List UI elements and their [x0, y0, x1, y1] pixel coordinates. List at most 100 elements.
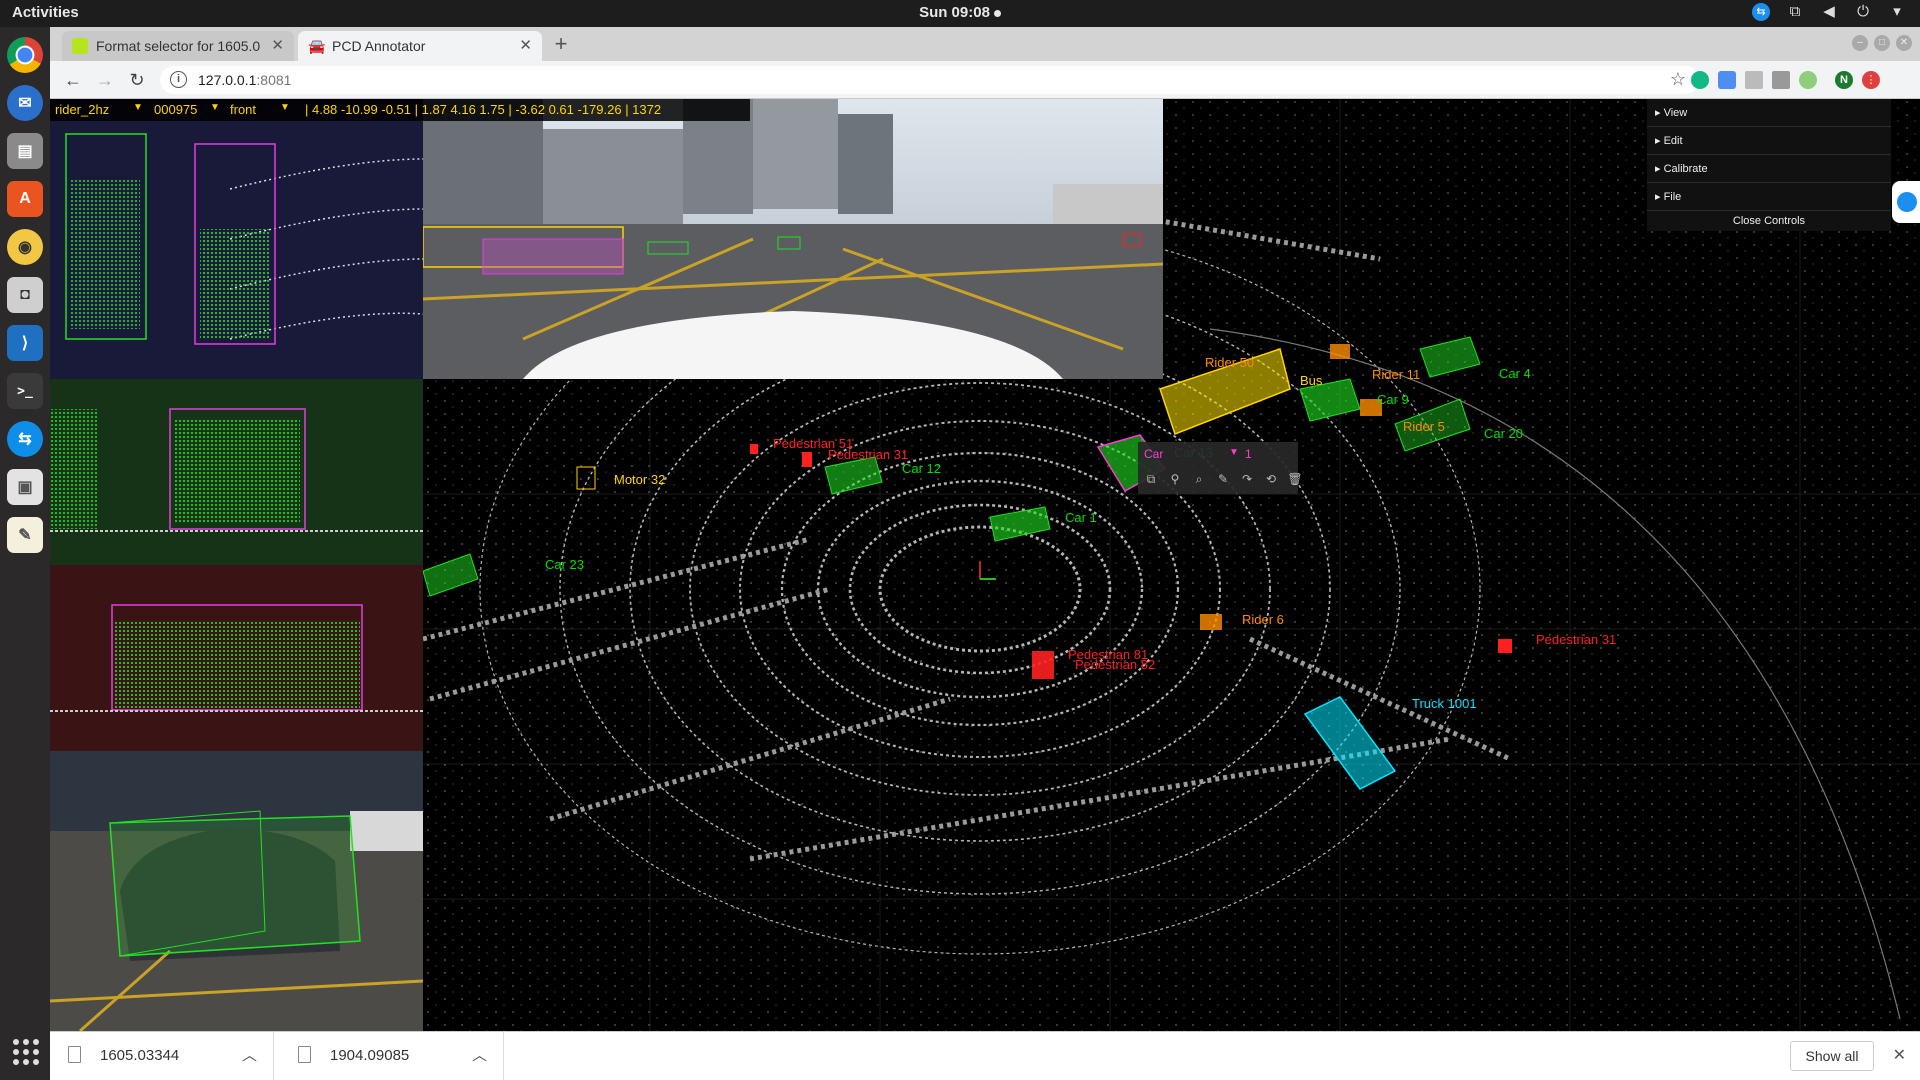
controls-folder-calibrate[interactable]: ▸ Calibrate — [1647, 155, 1891, 183]
downloads-bar: 1605.03344 ︿ 1904.09085 ︿ Show all ✕ — [50, 1031, 1920, 1080]
teamviewer-icon[interactable]: ⇆ — [7, 421, 43, 457]
back-button[interactable]: ← — [62, 69, 84, 91]
software-center-icon[interactable]: A — [7, 181, 43, 217]
pin-icon[interactable]: ⚲ — [1166, 472, 1184, 487]
label-car-23[interactable]: Car 23 — [545, 557, 584, 572]
top-view-crop[interactable] — [50, 99, 423, 379]
delete-icon[interactable]: 🗑 — [1286, 472, 1304, 487]
close-tab-icon[interactable]: ✕ — [519, 31, 532, 61]
bbox-rider-11[interactable] — [1330, 344, 1350, 359]
thunderbird-icon[interactable]: ✉ — [7, 85, 43, 121]
screenshot-extension-icon[interactable] — [1772, 71, 1790, 89]
document-extension-icon[interactable] — [1745, 71, 1763, 89]
tab-title: PCD Annotator — [332, 38, 426, 54]
label-rider-50[interactable]: Rider 50 — [1205, 355, 1254, 370]
chevron-up-icon[interactable]: ︿ — [242, 1044, 257, 1065]
zoom-icon[interactable]: ⌕ — [1190, 472, 1208, 487]
files-icon[interactable]: ▤ — [7, 133, 43, 169]
bbox-pedestrian-31[interactable] — [802, 452, 812, 467]
show-all-button[interactable]: Show all — [1790, 1041, 1874, 1071]
download-item[interactable]: 1605.03344 ︿ — [50, 1032, 274, 1080]
reload-button[interactable]: ↻ — [126, 69, 148, 91]
label-pedestrian-82[interactable]: Pedestrian 82 — [1075, 657, 1155, 672]
teamviewer-side-tab[interactable] — [1892, 181, 1920, 223]
label-truck-1001[interactable]: Truck 1001 — [1412, 696, 1477, 711]
label-bus[interactable]: Bus — [1300, 373, 1323, 388]
file-icon — [298, 1046, 311, 1063]
controls-folder-view[interactable]: ▸ View — [1647, 99, 1891, 127]
tab-format-selector[interactable]: Format selector for 1605.0 ✕ — [62, 31, 294, 61]
scene-selector[interactable]: rider_2hz — [55, 102, 109, 117]
object-camera-crop[interactable] — [50, 751, 423, 1031]
chrome-icon[interactable] — [7, 37, 43, 73]
camera-selector[interactable]: front — [230, 102, 256, 117]
close-controls-button[interactable]: Close Controls — [1647, 211, 1891, 231]
close-downloads-icon[interactable]: ✕ — [1893, 1045, 1906, 1065]
frame-info-bar: rider_2hz ▼ 000975 ▼ front ▼ | 4.88 -10.… — [50, 99, 750, 121]
label-rider-5[interactable]: Rider 5 — [1403, 419, 1445, 434]
forward-button[interactable]: → — [94, 69, 116, 91]
label-car-12[interactable]: Car 12 — [902, 461, 941, 476]
frame-selector[interactable]: 000975 — [154, 102, 197, 117]
box-editor-toolbar: ⧉ ⚲ ⌕ ✎ ↷ ⟲ 🗑 — [1142, 472, 1304, 487]
grammarly-extension-icon[interactable] — [1691, 71, 1709, 89]
side-view-crop[interactable] — [50, 379, 423, 565]
address-bar[interactable]: i 127.0.0.1:8081 ☆ — [160, 66, 1700, 94]
site-info-icon[interactable]: i — [170, 71, 187, 88]
chrome-menu-icon[interactable]: ⋮ — [1862, 71, 1880, 89]
controls-folder-file[interactable]: ▸ File — [1647, 183, 1891, 211]
label-rider-11[interactable]: Rider 11 — [1372, 367, 1420, 382]
chevron-up-icon[interactable]: ︿ — [472, 1044, 487, 1065]
show-applications-icon[interactable] — [10, 1036, 40, 1066]
object-id-input[interactable]: 1 — [1245, 447, 1252, 461]
system-tray[interactable]: ⇆ ⧉ ◀ ⏻ ▾ — [1752, 3, 1906, 21]
reset-icon[interactable]: ⟲ — [1262, 472, 1280, 487]
object-class-select[interactable]: Car — [1144, 447, 1163, 461]
label-car-4[interactable]: Car 4 — [1499, 366, 1531, 381]
label-car-20[interactable]: Car 20 — [1484, 426, 1523, 441]
redo-icon[interactable]: ↷ — [1238, 472, 1256, 487]
translate-extension-icon[interactable] — [1718, 71, 1736, 89]
volume-icon[interactable]: ◀ — [1820, 3, 1838, 21]
new-tab-button[interactable]: + — [548, 31, 574, 57]
class-dropdown-icon[interactable]: ▼ — [1229, 447, 1239, 458]
frame-dropdown-icon[interactable]: ▼ — [210, 102, 220, 113]
close-tab-icon[interactable]: ✕ — [271, 31, 284, 61]
teamviewer-icon[interactable]: ⇆ — [1752, 3, 1770, 21]
profile-avatar[interactable]: N — [1835, 71, 1853, 89]
scene-dropdown-icon[interactable]: ▼ — [133, 102, 143, 113]
label-pedestrian-31[interactable]: Pedestrian 31 — [828, 447, 908, 462]
bbox-pedestrian-81-82[interactable] — [1032, 651, 1054, 679]
label-motor-32[interactable]: Motor 32 — [614, 472, 665, 487]
network-icon[interactable]: ⧉ — [1786, 3, 1804, 21]
controls-folder-edit[interactable]: ▸ Edit — [1647, 127, 1891, 155]
label-car-1[interactable]: Car 1 — [1065, 510, 1097, 525]
terminal-icon[interactable]: >_ — [7, 373, 43, 409]
camera-icon[interactable]: ◘ — [7, 277, 43, 313]
label-rider-6[interactable]: Rider 6 — [1242, 612, 1284, 627]
vscode-icon[interactable]: ⟩ — [7, 325, 43, 361]
clock[interactable]: Sun 09:08 — [0, 4, 1920, 21]
tab-pcd-annotator[interactable]: 🚘 PCD Annotator ✕ — [298, 31, 542, 61]
minimize-icon[interactable]: – — [1852, 35, 1868, 51]
bbox-pedestrian-31-right[interactable] — [1498, 639, 1512, 653]
green-extension-icon[interactable] — [1799, 71, 1817, 89]
bbox-pedestrian-51[interactable] — [750, 444, 758, 454]
label-car-9[interactable]: Car 9 — [1377, 392, 1409, 407]
edit-icon[interactable]: ✎ — [1214, 472, 1232, 487]
label-pedestrian-31-right[interactable]: Pedestrian 31 — [1536, 632, 1616, 647]
text-editor-icon[interactable]: ✎ — [7, 517, 43, 553]
front-camera-view[interactable] — [423, 99, 1163, 379]
copy-icon[interactable]: ⧉ — [1142, 472, 1160, 487]
rear-view-crop[interactable] — [50, 565, 423, 751]
download-item[interactable]: 1904.09085 ︿ — [280, 1032, 504, 1080]
power-icon[interactable]: ⏻ — [1854, 3, 1872, 21]
maximize-icon[interactable]: □ — [1874, 35, 1890, 51]
rhythmbox-icon[interactable]: ◉ — [7, 229, 43, 265]
image-viewer-icon[interactable]: ▣ — [7, 469, 43, 505]
bookmark-star-icon[interactable]: ☆ — [1670, 69, 1686, 90]
bbox-rider-6[interactable] — [1200, 614, 1222, 630]
menu-caret-icon[interactable]: ▾ — [1888, 3, 1906, 21]
camera-dropdown-icon[interactable]: ▼ — [280, 102, 290, 113]
close-window-icon[interactable]: ✕ — [1896, 35, 1912, 51]
